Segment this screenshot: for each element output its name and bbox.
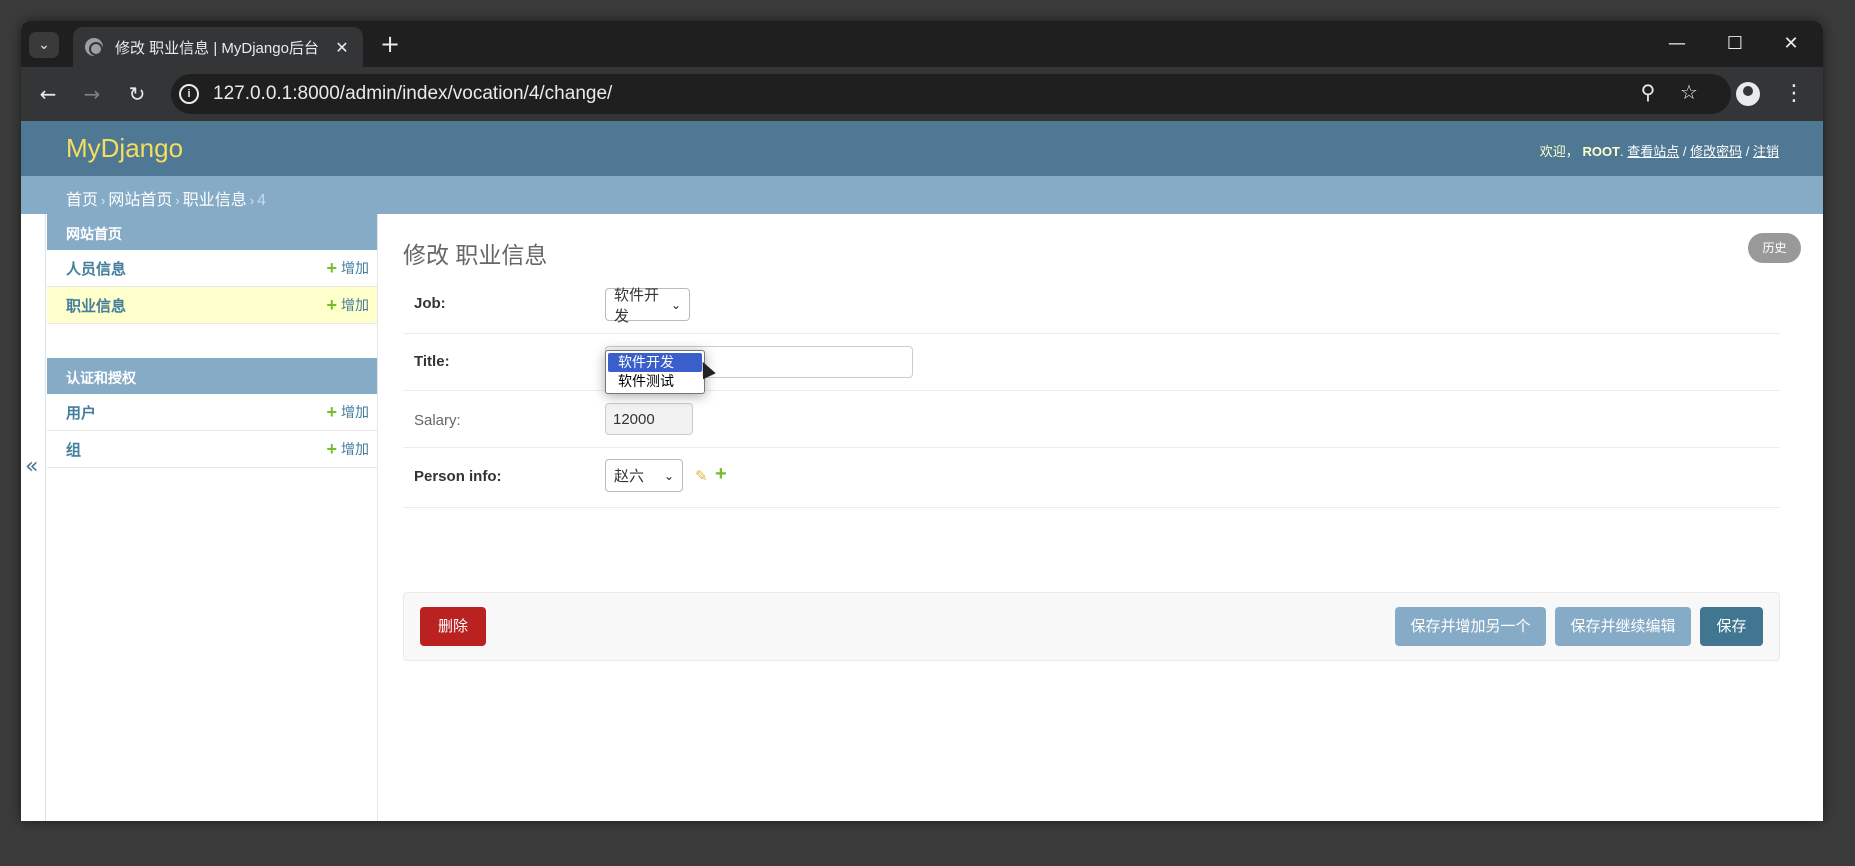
- module-caption[interactable]: 认证和授权: [47, 358, 377, 394]
- nav-sidebar: 网站首页 人员信息 + 增加 职业信息 + 增加 认证和授权 用户 + 增加 组 + 增…: [47, 214, 378, 821]
- maximize-icon[interactable]: ☐: [1715, 29, 1755, 59]
- job-select-value: 软件开发: [614, 286, 660, 325]
- tab-search-icon[interactable]: ⌄: [29, 32, 59, 58]
- new-tab-icon[interactable]: +: [375, 31, 405, 57]
- sidebar-item-users[interactable]: 用户 + 增加: [47, 394, 377, 431]
- window-close-icon[interactable]: ✕: [1771, 29, 1811, 59]
- main-content: 修改 职业信息 历史 Job: 软件开发 ⌄ Title: 项目经理 Salar…: [403, 214, 1801, 821]
- logout-link[interactable]: 注销: [1753, 144, 1779, 159]
- username: ROOT: [1582, 144, 1620, 159]
- add-label: 增加: [341, 260, 369, 276]
- job-label: Job:: [414, 295, 446, 312]
- dropdown-option[interactable]: 软件开发: [608, 353, 702, 372]
- sidebar-item-label[interactable]: 人员信息: [66, 258, 126, 279]
- job-dropdown-list: 软件开发 软件测试: [605, 350, 705, 394]
- plus-icon: +: [326, 258, 337, 278]
- title-label: Title:: [414, 353, 450, 370]
- tab-strip: ⌄ 修改 职业信息 | MyDjango后台 ✕ + — ☐ ✕: [21, 21, 1823, 67]
- menu-icon[interactable]: ⋮: [1783, 79, 1805, 109]
- sidebar-item-groups[interactable]: 组 + 增加: [47, 431, 377, 468]
- form-row-salary: Salary: 12000: [403, 391, 1780, 448]
- minimize-icon[interactable]: —: [1657, 29, 1697, 59]
- sidebar-item-vocation[interactable]: 职业信息 + 增加: [47, 287, 377, 324]
- forward-icon[interactable]: →: [77, 79, 107, 109]
- salary-input[interactable]: 12000: [605, 403, 693, 435]
- add-link[interactable]: + 增加: [326, 258, 369, 278]
- sidebar-item-label[interactable]: 用户: [66, 402, 96, 423]
- view-site-link[interactable]: 查看站点: [1627, 144, 1679, 159]
- plus-icon: +: [326, 402, 337, 422]
- browser-toolbar: ← → ↻ i 127.0.0.1:8000/admin/index/vocat…: [21, 67, 1823, 121]
- form-row-job: Job: 软件开发 ⌄: [403, 277, 1780, 334]
- add-link[interactable]: + 增加: [326, 402, 369, 422]
- site-brand[interactable]: MyDjango: [66, 133, 183, 164]
- bookmark-star-icon[interactable]: ☆: [1674, 77, 1704, 107]
- save-button[interactable]: 保存: [1700, 607, 1763, 646]
- back-icon[interactable]: ←: [33, 79, 63, 109]
- add-link[interactable]: + 增加: [326, 439, 369, 459]
- person-info-label: Person info:: [414, 468, 502, 485]
- user-tools: 欢迎， ROOT. 查看站点 / 修改密码 / 注销: [1539, 144, 1779, 159]
- history-button[interactable]: 历史: [1748, 233, 1801, 263]
- browser-tab[interactable]: 修改 职业信息 | MyDjango后台 ✕: [73, 27, 363, 67]
- breadcrumb-current: 4: [257, 192, 266, 209]
- profile-icon[interactable]: [1736, 82, 1760, 106]
- save-and-add-button[interactable]: 保存并增加另一个: [1395, 607, 1546, 646]
- browser-window: ⌄ 修改 职业信息 | MyDjango后台 ✕ + — ☐ ✕ ← → ↻ i…: [21, 21, 1823, 821]
- breadcrumb-app[interactable]: 网站首页: [108, 192, 172, 209]
- add-label: 增加: [341, 404, 369, 420]
- plus-icon: +: [326, 295, 337, 315]
- module-auth: 认证和授权 用户 + 增加 组 + 增加: [47, 358, 377, 468]
- globe-icon: [85, 38, 103, 56]
- module-index: 网站首页 人员信息 + 增加 职业信息 + 增加: [47, 214, 377, 324]
- url-text: 127.0.0.1:8000/admin/index/vocation/4/ch…: [213, 83, 613, 104]
- welcome-text: 欢迎，: [1539, 144, 1579, 159]
- add-link[interactable]: + 增加: [326, 295, 369, 315]
- site-info-icon[interactable]: i: [179, 84, 199, 104]
- close-icon[interactable]: ✕: [333, 38, 351, 57]
- sidebar-item-person[interactable]: 人员信息 + 增加: [47, 250, 377, 287]
- zoom-icon[interactable]: ⚲: [1633, 77, 1663, 107]
- sidebar-collapse-toggle[interactable]: «: [21, 214, 46, 821]
- submit-row: 删除 保存并增加另一个 保存并继续编辑 保存: [403, 592, 1780, 661]
- breadcrumb: 首页 › 网站首页 › 职业信息 › 4: [21, 176, 1823, 214]
- double-chevron-left-icon: «: [25, 454, 39, 479]
- plus-icon: +: [326, 439, 337, 459]
- add-label: 增加: [341, 441, 369, 457]
- chevron-down-icon: ⌄: [670, 297, 681, 312]
- pencil-icon[interactable]: ✎: [695, 467, 708, 485]
- salary-label: Salary:: [414, 412, 461, 429]
- page-title: 修改 职业信息: [403, 242, 548, 268]
- plus-icon[interactable]: +: [715, 463, 727, 486]
- address-bar[interactable]: i 127.0.0.1:8000/admin/index/vocation/4/…: [171, 74, 1731, 114]
- reload-icon[interactable]: ↻: [122, 79, 152, 109]
- breadcrumb-model[interactable]: 职业信息: [183, 192, 247, 209]
- module-caption[interactable]: 网站首页: [47, 214, 377, 250]
- chevron-down-icon: ⌄: [663, 468, 674, 483]
- sidebar-item-label[interactable]: 职业信息: [66, 295, 126, 316]
- breadcrumb-home[interactable]: 首页: [66, 192, 98, 209]
- sidebar-item-label[interactable]: 组: [66, 439, 81, 460]
- delete-button[interactable]: 删除: [420, 607, 486, 646]
- job-select[interactable]: 软件开发 ⌄: [605, 287, 690, 325]
- admin-header: MyDjango 欢迎， ROOT. 查看站点 / 修改密码 / 注销: [21, 121, 1823, 176]
- add-label: 增加: [341, 297, 369, 313]
- save-and-continue-button[interactable]: 保存并继续编辑: [1555, 607, 1691, 646]
- tab-title: 修改 职业信息 | MyDjango后台: [115, 39, 319, 57]
- person-info-select[interactable]: 赵六 ⌄: [605, 459, 683, 492]
- person-info-select-value: 赵六: [614, 468, 645, 485]
- change-password-link[interactable]: 修改密码: [1690, 144, 1742, 159]
- dropdown-option[interactable]: 软件测试: [608, 372, 702, 391]
- form-row-person-info: Person info: 赵六 ⌄ ✎ +: [403, 448, 1780, 508]
